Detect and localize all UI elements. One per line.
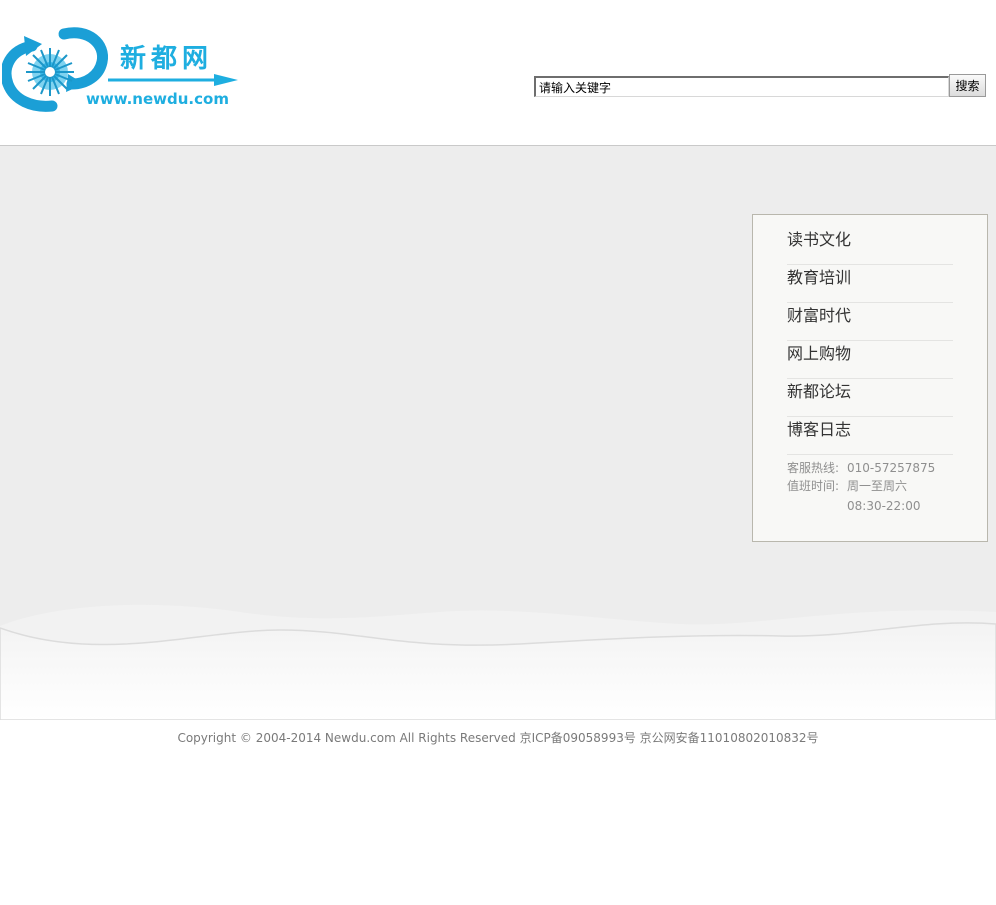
- menu-item-forum[interactable]: 新都论坛: [787, 379, 953, 417]
- page: 新都网 www.newdu.com 搜索 读书文化 教育培训 财富时代 网上购物…: [0, 0, 996, 905]
- hotline-label: 客服热线:: [787, 461, 840, 475]
- hotline-row: 客服热线: 010-57257875: [787, 459, 957, 477]
- header: 新都网 www.newdu.com 搜索: [0, 0, 996, 146]
- menu-item-blog[interactable]: 博客日志: [787, 417, 953, 455]
- copyright-text: Copyright © 2004-2014 Newdu.com All Righ…: [0, 729, 996, 746]
- hours-row: 值班时间: 周一至周六: [787, 477, 957, 495]
- search-button[interactable]: 搜索: [949, 74, 986, 97]
- logo-url: www.newdu.com: [86, 90, 229, 108]
- copyright-line: Copyright © 2004-2014 Newdu.com All Righ…: [177, 731, 819, 745]
- menu-item-reading-culture[interactable]: 读书文化: [787, 227, 953, 265]
- hours-label: 值班时间:: [787, 479, 840, 493]
- search-input[interactable]: [534, 76, 949, 97]
- menu-item-wealth-era[interactable]: 财富时代: [787, 303, 953, 341]
- hours-time: 08:30-22:00: [847, 499, 921, 513]
- menu-item-education-training[interactable]: 教育培训: [787, 265, 953, 303]
- hours-days: 周一至周六: [847, 479, 908, 493]
- logo-arrow-icon: [108, 74, 238, 86]
- hotline-value: 010-57257875: [847, 461, 936, 475]
- hours-time-row: 08:30-22:00: [787, 495, 957, 515]
- menu-item-online-shopping[interactable]: 网上购物: [787, 341, 953, 379]
- footer-waves: [0, 604, 996, 720]
- logo-title: 新都网: [120, 44, 214, 74]
- side-menu-panel: 读书文化 教育培训 财富时代 网上购物 新都论坛 博客日志 客服热线: 010-…: [752, 214, 988, 542]
- contact-info: 客服热线: 010-57257875 值班时间: 周一至周六 08:30-22:…: [787, 459, 957, 515]
